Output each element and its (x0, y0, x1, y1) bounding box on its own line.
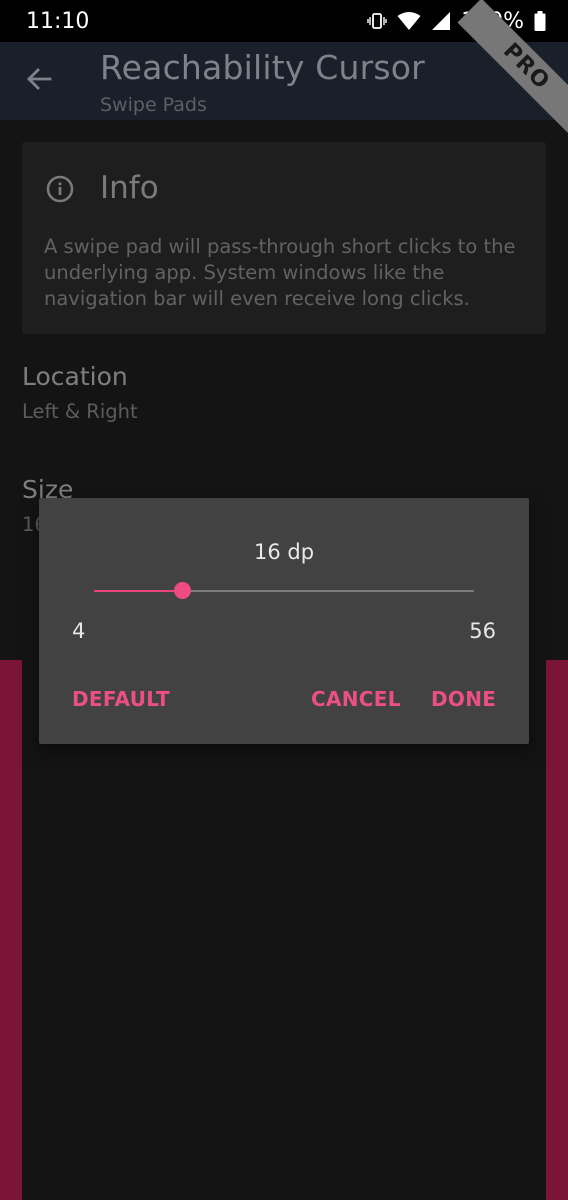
vibrate-icon (367, 11, 387, 31)
wifi-icon (397, 11, 421, 31)
status-icons: 100% (367, 9, 546, 34)
done-button[interactable]: DONE (431, 687, 496, 711)
signal-icon (431, 11, 451, 31)
slider-fill (94, 590, 182, 592)
battery-icon (534, 11, 546, 31)
swipe-pad-right (546, 660, 568, 1200)
info-card: Info A swipe pad will pass-through short… (22, 142, 546, 334)
info-icon (46, 175, 74, 203)
setting-location-title: Location (22, 362, 128, 391)
app-subtitle: Swipe Pads (100, 94, 207, 116)
swipe-pad-left (0, 660, 22, 1200)
slider-min-label: 4 (72, 619, 86, 643)
cancel-button[interactable]: CANCEL (311, 687, 401, 711)
default-button[interactable]: DEFAULT (72, 687, 170, 711)
info-title: Info (100, 170, 159, 206)
size-slider[interactable] (94, 582, 474, 599)
app-title: Reachability Cursor (100, 48, 425, 87)
info-text: A swipe pad will pass-through short clic… (44, 235, 516, 310)
app-bar: Reachability Cursor Swipe Pads PRO (0, 0, 568, 136)
setting-location-value: Left & Right (22, 400, 138, 423)
slider-thumb[interactable] (173, 582, 191, 599)
back-arrow-icon[interactable] (24, 64, 54, 94)
slider-max-label: 56 (469, 619, 496, 643)
slider-value-label: 16 dp (253, 540, 315, 564)
screen: 11:10 100% (0, 0, 568, 1200)
size-dialog: 16 dp 4 56 DEFAULT CANCEL DONE (39, 498, 529, 744)
status-time: 11:10 (26, 8, 90, 34)
